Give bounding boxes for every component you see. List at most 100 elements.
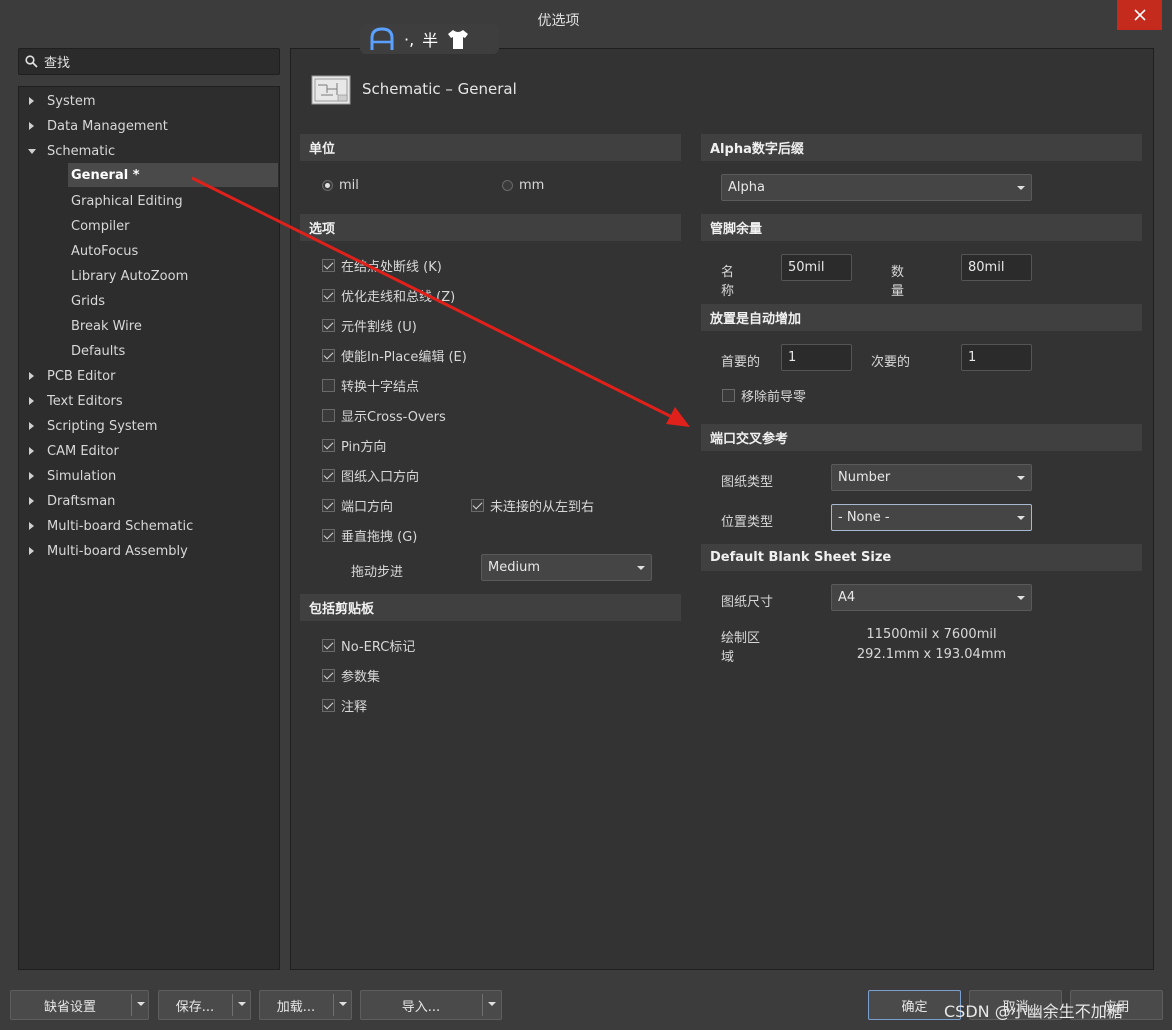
- tree-item-simulation[interactable]: Simulation: [19, 464, 279, 488]
- chevron-down-icon: [1017, 596, 1025, 600]
- ime-toolbar[interactable]: ·, 半: [360, 24, 499, 54]
- pin-name-label-2: 称: [721, 284, 735, 299]
- section-header-auto-increment: 放置是自动增加: [701, 304, 1142, 331]
- checkbox-pin-direction[interactable]: Pin方向: [322, 435, 386, 455]
- pin-name-label-1: 名: [721, 265, 735, 280]
- chevron-down-icon: [1017, 516, 1025, 520]
- drawing-area-label-2: 域: [721, 650, 735, 665]
- drawing-area-label-1: 绘制区: [721, 631, 761, 646]
- ime-half-width[interactable]: 半: [422, 27, 438, 51]
- section-header-alpha-suffix: Alpha数字后缀: [701, 134, 1142, 161]
- schematic-document-icon: [311, 75, 351, 105]
- section-header-clipboard: 包括剪贴板: [300, 594, 681, 621]
- checkbox-convert-cross-junctions[interactable]: 转换十字结点: [322, 375, 419, 395]
- defaults-button[interactable]: 缺省设置: [10, 990, 149, 1020]
- tree-item-graphical-editing[interactable]: Graphical Editing: [19, 189, 279, 213]
- search-input[interactable]: 查找: [18, 48, 280, 75]
- checkbox-port-direction[interactable]: 端口方向: [322, 495, 393, 515]
- checkbox-notes[interactable]: 注释: [322, 695, 367, 715]
- expand-arrow-icon[interactable]: [29, 522, 34, 530]
- tree-item-draftsman[interactable]: Draftsman: [19, 489, 279, 513]
- checkbox-unconnected-left-to-right[interactable]: 未连接的从左到右: [471, 495, 594, 515]
- ime-logo-icon: [370, 27, 394, 50]
- sheet-type-label: 图纸类型: [721, 475, 774, 490]
- chevron-down-icon[interactable]: [339, 1002, 347, 1006]
- import-button[interactable]: 导入...: [360, 990, 502, 1020]
- chevron-down-icon[interactable]: [488, 1002, 496, 1006]
- tree-item-scripting-system[interactable]: Scripting System: [19, 414, 279, 438]
- pin-number-margin-input[interactable]: 80mil: [961, 254, 1032, 281]
- tree-item-defaults[interactable]: Defaults: [19, 339, 279, 363]
- checkbox-enable-in-place-editing[interactable]: 使能In-Place编辑 (E): [322, 345, 467, 365]
- window-title: 优选项: [537, 13, 580, 29]
- collapse-arrow-icon[interactable]: [28, 148, 36, 154]
- checkbox-sheet-entry-direction[interactable]: 图纸入口方向: [322, 465, 419, 485]
- expand-arrow-icon[interactable]: [29, 122, 34, 130]
- checkbox-components-cut-wires[interactable]: 元件割线 (U): [322, 315, 417, 335]
- checkbox-optimize-wires-buses[interactable]: 优化走线和总线 (Z): [322, 285, 455, 305]
- pin-name-margin-input[interactable]: 50mil: [781, 254, 852, 281]
- checkbox-remove-leading-zeros[interactable]: 移除前导零: [722, 385, 806, 405]
- expand-arrow-icon[interactable]: [29, 422, 34, 430]
- checkbox-no-erc-markers[interactable]: No-ERC标记: [322, 635, 415, 655]
- expand-arrow-icon[interactable]: [29, 397, 34, 405]
- primary-increment-label: 首要的: [721, 355, 761, 370]
- checkbox-display-cross-overs[interactable]: 显示Cross-Overs: [322, 405, 446, 425]
- chevron-down-icon: [637, 566, 645, 570]
- expand-arrow-icon[interactable]: [29, 372, 34, 380]
- checkbox-drag-orthogonal[interactable]: 垂直拖拽 (G): [322, 525, 417, 545]
- close-button[interactable]: [1117, 0, 1162, 30]
- radio-unit-mil[interactable]: mil: [322, 175, 359, 195]
- drawing-area-mil: 11500mil x 7600mil: [866, 627, 997, 642]
- checkbox-parameter-sets[interactable]: 参数集: [322, 665, 380, 685]
- chevron-down-icon[interactable]: [238, 1002, 246, 1006]
- radio-unit-mm[interactable]: mm: [502, 175, 544, 195]
- save-button[interactable]: 保存...: [158, 990, 251, 1020]
- tree-item-data-management[interactable]: Data Management: [19, 114, 279, 138]
- tree-item-multi-board-assembly[interactable]: Multi-board Assembly: [19, 539, 279, 563]
- chevron-down-icon[interactable]: [137, 1002, 145, 1006]
- sheet-type-dropdown[interactable]: Number: [831, 464, 1032, 491]
- pin-number-label-2: 量: [891, 284, 905, 299]
- secondary-increment-input[interactable]: 1: [961, 344, 1032, 371]
- checkbox-break-wires-at-junctions[interactable]: 在结点处断线 (K): [322, 255, 442, 275]
- expand-arrow-icon[interactable]: [29, 497, 34, 505]
- preferences-tree[interactable]: System Data Management Schematic General…: [18, 86, 280, 970]
- expand-arrow-icon[interactable]: [29, 547, 34, 555]
- tree-item-compiler[interactable]: Compiler: [19, 214, 279, 238]
- alpha-suffix-dropdown[interactable]: Alpha: [721, 174, 1032, 201]
- chevron-down-icon: [1017, 476, 1025, 480]
- tree-item-system[interactable]: System: [19, 89, 279, 113]
- tree-item-text-editors[interactable]: Text Editors: [19, 389, 279, 413]
- drawing-area-mm: 292.1mm x 193.04mm: [856, 647, 1007, 662]
- expand-arrow-icon[interactable]: [29, 447, 34, 455]
- tree-item-library-autozoom[interactable]: Library AutoZoom: [19, 264, 279, 288]
- tree-item-grids[interactable]: Grids: [19, 289, 279, 313]
- tree-item-multi-board-schematic[interactable]: Multi-board Schematic: [19, 514, 279, 538]
- tree-item-pcb-editor[interactable]: PCB Editor: [19, 364, 279, 388]
- sheet-size-dropdown[interactable]: A4: [831, 584, 1032, 611]
- tree-item-cam-editor[interactable]: CAM Editor: [19, 439, 279, 463]
- search-placeholder: 查找: [44, 56, 71, 71]
- ime-skin-shirt-icon[interactable]: [446, 28, 470, 50]
- location-type-label: 位置类型: [721, 515, 774, 530]
- load-button[interactable]: 加载...: [259, 990, 352, 1020]
- location-type-dropdown[interactable]: - None -: [831, 504, 1032, 531]
- drag-step-dropdown[interactable]: Medium: [481, 554, 652, 581]
- tree-item-general[interactable]: General *: [68, 163, 278, 187]
- expand-arrow-icon[interactable]: [29, 472, 34, 480]
- ime-punctuation[interactable]: ·,: [404, 30, 414, 49]
- primary-increment-input[interactable]: 1: [781, 344, 852, 371]
- radio-button[interactable]: [502, 179, 513, 191]
- pin-number-label-1: 数: [891, 265, 905, 280]
- section-header-pin-margin: 管脚余量: [701, 214, 1142, 241]
- tree-item-autofocus[interactable]: AutoFocus: [19, 239, 279, 263]
- watermark-text: CSDN @小幽余生不加糖: [944, 1002, 1123, 1021]
- tree-item-schematic[interactable]: Schematic: [19, 139, 279, 163]
- expand-arrow-icon[interactable]: [29, 97, 34, 105]
- section-header-options: 选项: [300, 214, 681, 241]
- radio-button[interactable]: [322, 179, 333, 191]
- page-title: Schematic – General: [362, 80, 517, 98]
- tree-item-break-wire[interactable]: Break Wire: [19, 314, 279, 338]
- close-icon: [1133, 9, 1146, 21]
